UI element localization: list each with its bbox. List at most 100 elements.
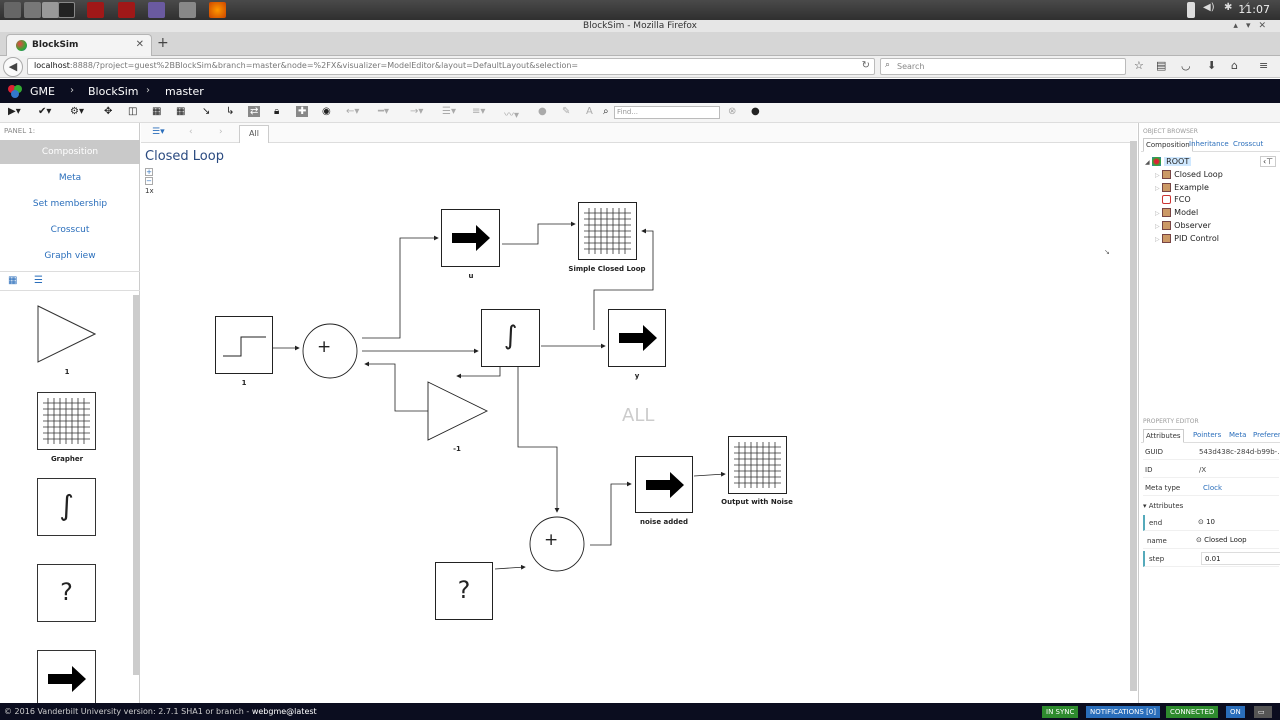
model-icon — [1162, 183, 1172, 192]
attr-step-row: step 0.01 — [1143, 551, 1280, 567]
root-icon — [1152, 157, 1162, 166]
fullscreen-icon[interactable]: ▭ — [1254, 706, 1272, 718]
tree-root[interactable]: ◢ ROOT — [1145, 157, 1192, 166]
question-icon: ? — [457, 576, 471, 604]
prop-value: /X — [1199, 466, 1207, 474]
u-label: u — [468, 272, 474, 280]
filter-icon[interactable]: ‹⊤ — [1260, 156, 1277, 167]
noise-added-label: noise added — [639, 518, 689, 526]
sum-plus: + — [317, 337, 332, 357]
attr-name-row: name ⊙ Closed Loop — [1143, 533, 1279, 549]
arrow-right-icon — [619, 325, 657, 351]
model-icon — [1162, 221, 1172, 230]
tree-item[interactable]: ▷ Model — [1155, 208, 1198, 217]
tab-composition[interactable]: Composition — [1143, 138, 1193, 152]
footer-text: © 2016 Vanderbilt University version: 2.… — [4, 707, 317, 716]
property-editor-header: PROPERTY EDITOR — [1143, 418, 1199, 425]
tab-pointers[interactable]: Pointers — [1193, 431, 1221, 439]
tab-preferences[interactable]: Preferences — [1253, 431, 1280, 439]
attr-name-input[interactable]: ⊙ Closed Loop — [1193, 534, 1279, 547]
attr-key: step — [1149, 555, 1165, 563]
gain-block[interactable] — [427, 381, 489, 441]
sync-badge[interactable]: IN SYNC — [1042, 706, 1079, 718]
tree-item[interactable]: ▷ PID Control — [1155, 234, 1219, 243]
conn-noiseadded-scope[interactable] — [693, 471, 726, 477]
copyright: © 2016 Vanderbilt University — [4, 707, 122, 716]
prop-metatype-row: Meta type Clock — [1143, 480, 1279, 496]
prop-key: GUID — [1145, 448, 1164, 456]
toggle-on-badge[interactable]: ON — [1226, 706, 1245, 718]
prop-key: ID — [1145, 466, 1153, 474]
scope-output-with-noise[interactable] — [728, 436, 787, 494]
attr-key: end — [1149, 519, 1163, 527]
step-label: 1 — [241, 379, 247, 387]
scope-scl-label: Simple Closed Loop — [568, 265, 646, 273]
conn-int-sum2[interactable] — [517, 367, 560, 513]
sha-label: SHA1 or branch - — [181, 707, 250, 716]
integrator-block[interactable]: ∫ — [481, 309, 540, 367]
conn-sum-u[interactable] — [362, 235, 439, 339]
gain-label: -1 — [453, 445, 461, 453]
attr-end-row: end ⊙ 10 — [1143, 515, 1280, 531]
prop-guid-row: GUID 543d438c-284d-b99b-... — [1143, 444, 1279, 460]
attr-step-input[interactable]: 0.01 — [1201, 552, 1280, 565]
arrow-right-icon — [452, 225, 490, 251]
tree-item-label: PID Control — [1174, 234, 1219, 243]
scope-simple-closed-loop[interactable] — [578, 202, 637, 260]
tree-item-label: Model — [1174, 208, 1199, 217]
prop-value: 543d438c-284d-b99b-... — [1199, 448, 1279, 456]
noise-added-block[interactable] — [635, 456, 693, 513]
attr-name-value: Closed Loop — [1204, 536, 1247, 544]
tree-item-label: FCO — [1174, 195, 1191, 204]
version: version: 2.7.1 — [123, 707, 179, 716]
model-icon — [1162, 234, 1172, 243]
tree-item[interactable]: ▷ Example — [1155, 183, 1209, 192]
prop-value-link[interactable]: Clock — [1203, 484, 1280, 492]
conn-sum2-noiseadded[interactable] — [590, 481, 632, 546]
attr-end-input[interactable]: ⊙ 10 — [1195, 516, 1280, 529]
own-label: Output with Noise — [721, 498, 793, 506]
step-block[interactable] — [215, 316, 273, 374]
y-label: y — [634, 372, 640, 380]
tree-item[interactable]: ▷ Closed Loop — [1155, 170, 1223, 179]
property-editor-tabs: Attributes Pointers Meta Preferences — [1141, 429, 1280, 443]
tab-inheritance[interactable]: Inheritance — [1189, 140, 1229, 148]
fco-icon — [1162, 195, 1172, 204]
grapher-icon — [584, 208, 631, 254]
connection-badge[interactable]: CONNECTED — [1166, 706, 1219, 718]
conn-noise-sum2[interactable] — [494, 564, 526, 570]
tab-attributes[interactable]: Attributes — [1143, 429, 1184, 443]
tree-item-label: Observer — [1174, 221, 1211, 230]
tree-item[interactable]: ▷ Observer — [1155, 221, 1211, 230]
conn-u-scope[interactable] — [502, 221, 576, 245]
attributes-section-label: Attributes — [1148, 502, 1184, 510]
tree-item-label: Example — [1174, 183, 1209, 192]
notifications-badge[interactable]: NOTIFICATIONS [0] — [1086, 706, 1160, 718]
arrow-right-icon — [646, 472, 684, 498]
noise-source-block[interactable]: ? — [435, 562, 493, 620]
status-footer: © 2016 Vanderbilt University version: 2.… — [0, 703, 1280, 720]
prop-id-row: ID/X — [1143, 462, 1279, 478]
grapher-icon — [734, 442, 781, 488]
tree-item[interactable]: ▷ FCO — [1155, 195, 1191, 204]
webgme-version: webgme@latest — [251, 707, 317, 716]
attributes-section[interactable]: ▾ Attributes — [1143, 502, 1183, 510]
aspect-watermark: ALL — [622, 405, 655, 426]
tab-crosscut[interactable]: Crosscut — [1233, 140, 1263, 148]
attr-end-value: 10 — [1206, 518, 1216, 526]
attr-key: name — [1147, 537, 1167, 545]
step-icon — [223, 336, 266, 357]
conn-int-gain[interactable] — [456, 367, 501, 379]
tree-root-label: ROOT — [1164, 157, 1192, 166]
right-panel: OBJECT BROWSER Composition Inheritance C… — [1138, 123, 1280, 703]
tab-meta[interactable]: Meta — [1229, 431, 1246, 439]
u-block[interactable] — [441, 209, 500, 267]
sum2-plus: + — [544, 530, 559, 550]
tree-item-label: Closed Loop — [1174, 170, 1223, 179]
cursor-icon: ↘ — [1104, 248, 1110, 256]
y-block[interactable] — [608, 309, 666, 367]
model-icon — [1162, 170, 1172, 179]
prop-key: Meta type — [1145, 484, 1181, 492]
conn-gain-sum[interactable] — [364, 361, 428, 412]
model-icon — [1162, 208, 1172, 217]
